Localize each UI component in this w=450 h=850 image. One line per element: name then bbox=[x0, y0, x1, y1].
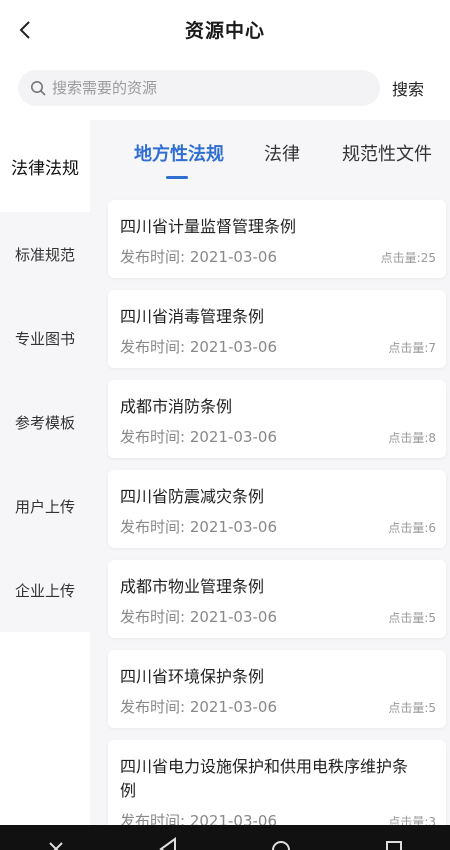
item-hits: 点击量:7 bbox=[388, 341, 436, 355]
tab-indicator bbox=[166, 176, 188, 179]
item-title: 成都市消防条例 bbox=[120, 397, 233, 416]
search-button[interactable]: 搜索 bbox=[392, 76, 424, 100]
tab-bar: 地方性法规 法律 规范性文件 bbox=[108, 120, 450, 198]
close-icon bbox=[49, 842, 63, 850]
tab-normative-documents[interactable]: 规范性文件 bbox=[342, 140, 432, 166]
item-date: 发布时间: 2021-03-06 bbox=[120, 518, 277, 536]
header: 资源中心 bbox=[0, 0, 450, 58]
item-date: 发布时间: 2021-03-06 bbox=[120, 338, 277, 356]
item-title: 四川省计量监督管理条例 bbox=[120, 217, 297, 236]
tab-laws[interactable]: 法律 bbox=[264, 140, 300, 166]
circle-home-icon bbox=[272, 841, 291, 850]
nav-back-button[interactable] bbox=[149, 825, 189, 850]
page-title: 资源中心 bbox=[184, 19, 265, 42]
search-box[interactable] bbox=[18, 70, 380, 106]
item-hits: 点击量:6 bbox=[388, 521, 436, 535]
item-hits: 点击量:5 bbox=[388, 701, 436, 715]
nav-dismiss-button[interactable] bbox=[36, 825, 76, 850]
item-title: 成都市物业管理条例 bbox=[120, 577, 265, 596]
item-date: 发布时间: 2021-03-06 bbox=[120, 248, 277, 266]
list-item[interactable]: 成都市物业管理条例 发布时间: 2021-03-06 点击量:5 bbox=[108, 560, 446, 638]
search-bar: 搜索 bbox=[0, 62, 450, 114]
item-title: 四川省防震减灾条例 bbox=[120, 487, 265, 506]
item-title: 四川省消毒管理条例 bbox=[120, 307, 265, 326]
sidebar-item-books[interactable]: 专业图书 bbox=[0, 296, 90, 380]
item-date: 发布时间: 2021-03-06 bbox=[120, 698, 277, 716]
item-hits: 点击量:25 bbox=[380, 251, 436, 265]
list-item[interactable]: 四川省环境保护条例 发布时间: 2021-03-06 点击量:5 bbox=[108, 650, 446, 728]
list-item[interactable]: 四川省电力设施保护和供用电秩序维护条例 发布时间: 2021-03-06 点击量… bbox=[108, 740, 446, 836]
item-date: 发布时间: 2021-03-06 bbox=[120, 428, 277, 446]
item-date: 发布时间: 2021-03-06 bbox=[120, 608, 277, 626]
item-hits: 点击量:5 bbox=[388, 611, 436, 625]
chevron-left-icon bbox=[19, 21, 30, 39]
item-title: 四川省电力设施保护和供用电秩序维护条例 bbox=[120, 757, 409, 800]
nav-home-button[interactable] bbox=[261, 825, 301, 850]
item-hits: 点击量:8 bbox=[388, 431, 436, 445]
sidebar-item-standards[interactable]: 标准规范 bbox=[0, 212, 90, 296]
sidebar-item-laws[interactable]: 法律法规 bbox=[0, 120, 90, 212]
back-button[interactable] bbox=[12, 17, 38, 43]
category-sidebar: 法律法规 标准规范 专业图书 参考模板 用户上传 企业上传 bbox=[0, 120, 90, 632]
triangle-back-icon bbox=[159, 837, 176, 850]
sidebar-item-company-uploads[interactable]: 企业上传 bbox=[0, 548, 90, 632]
nav-recents-button[interactable] bbox=[374, 825, 414, 850]
tab-local-regulations[interactable]: 地方性法规 bbox=[134, 140, 224, 166]
list-item[interactable]: 四川省计量监督管理条例 发布时间: 2021-03-06 点击量:25 bbox=[108, 200, 446, 278]
list-item[interactable]: 四川省消毒管理条例 发布时间: 2021-03-06 点击量:7 bbox=[108, 290, 446, 368]
search-input[interactable] bbox=[52, 79, 352, 97]
search-icon bbox=[31, 81, 46, 96]
sidebar-item-templates[interactable]: 参考模板 bbox=[0, 380, 90, 464]
system-navigation-bar bbox=[0, 825, 450, 850]
list-item[interactable]: 四川省防震减灾条例 发布时间: 2021-03-06 点击量:6 bbox=[108, 470, 446, 548]
list-item[interactable]: 成都市消防条例 发布时间: 2021-03-06 点击量:8 bbox=[108, 380, 446, 458]
item-title: 四川省环境保护条例 bbox=[120, 667, 265, 686]
square-recents-icon bbox=[385, 841, 402, 850]
sidebar-item-user-uploads[interactable]: 用户上传 bbox=[0, 464, 90, 548]
